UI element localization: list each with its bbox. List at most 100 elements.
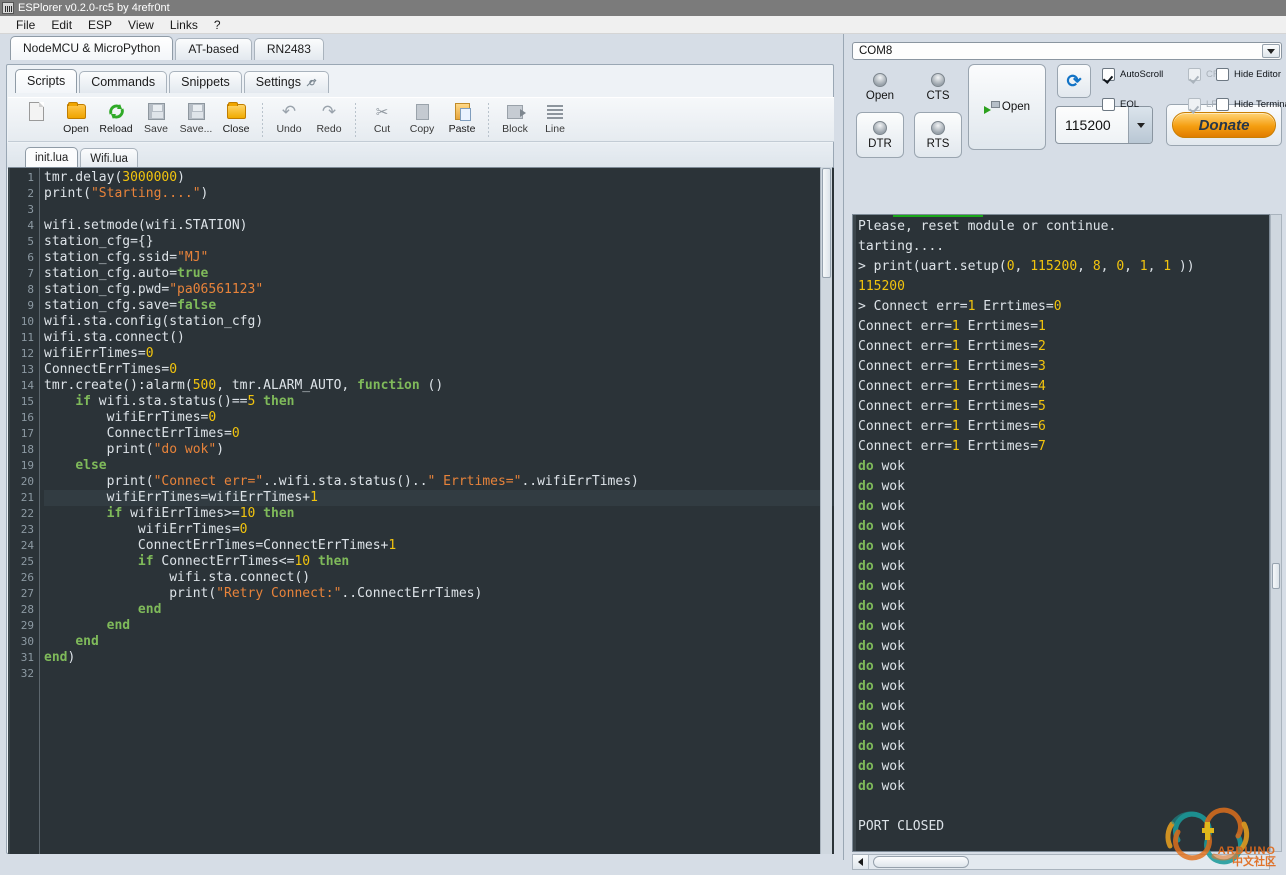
eol-checkbox[interactable] [1102, 98, 1115, 111]
code-line: if wifiErrTimes>=10 then [106, 506, 295, 521]
section-tabstrip: Scripts Commands Snippets Settings [7, 65, 833, 93]
terminal-line: do wok [858, 619, 905, 634]
rts-led-icon [931, 120, 945, 135]
menu-item-esp[interactable]: ESP [80, 17, 120, 33]
line-number: 18 [20, 443, 34, 456]
line-number: 9 [27, 299, 34, 312]
terminal-horizontal-scrollbar[interactable] [852, 854, 1270, 870]
scroll-left-arrow-icon[interactable] [853, 855, 869, 869]
terminal-line: do wok [858, 459, 905, 474]
file-tab-init-lua[interactable]: init.lua [25, 147, 79, 169]
folder-open-icon [66, 102, 86, 122]
code-line: tmr.delay(3000000) [44, 170, 185, 185]
com-port-select[interactable]: COM8 [852, 42, 1282, 60]
tab-snippets[interactable]: Snippets [169, 71, 242, 93]
terminal-hscroll-thumb[interactable] [873, 856, 969, 868]
code-line: print("Starting....") [44, 186, 209, 201]
save-as-button[interactable]: Save... [176, 99, 216, 141]
open-button[interactable]: Open [56, 99, 96, 141]
hide-terminal-checkbox[interactable] [1216, 98, 1229, 111]
tab-settings[interactable]: Settings [243, 71, 330, 93]
autoscroll-checkbox[interactable] [1102, 68, 1115, 81]
hide-editor-checkbox[interactable] [1216, 68, 1229, 81]
com-port-value: COM8 [859, 45, 893, 57]
undo-button[interactable]: ↶ Undo [269, 99, 309, 141]
terminal-line: do wok [858, 719, 905, 734]
line-number: 26 [20, 571, 34, 584]
baud-rate-select[interactable]: 115200 [1055, 106, 1153, 144]
hide-editor-label: Hide Editor [1234, 69, 1281, 80]
tab-at-based[interactable]: AT-based [175, 38, 252, 60]
chevron-down-icon[interactable] [1128, 107, 1152, 143]
code-line: end [106, 618, 131, 633]
code-line: station_cfg.ssid="MJ" [44, 250, 209, 265]
dtr-toggle-button[interactable]: DTR [856, 112, 904, 158]
baud-rate-value: 115200 [1065, 117, 1111, 133]
terminal-line: do wok [858, 679, 905, 694]
menu-item-links[interactable]: Links [162, 17, 206, 33]
code-editor[interactable]: 1 2 3 4 5 6 7 8 9 10 11 12 13 14 15 16 17 18 19 20 21 22 23 24 2… [8, 167, 834, 854]
paste-button[interactable]: Paste [442, 99, 482, 141]
terminal-vertical-scrollbar[interactable] [1270, 214, 1282, 852]
donate-button[interactable]: Donate [1172, 112, 1276, 138]
led-indicator-open: Open [856, 64, 904, 110]
line-number: 3 [27, 203, 34, 216]
code-line: ConnectErrTimes=0 [44, 362, 178, 377]
autoscroll-checkbox-row[interactable]: AutoScroll [1102, 68, 1163, 81]
refresh-ports-button[interactable]: ⟳ [1057, 64, 1091, 98]
menu-item-edit[interactable]: Edit [43, 17, 80, 33]
tab-settings-label: Settings [255, 75, 301, 89]
line-number: 32 [20, 667, 34, 680]
wrench-icon [306, 74, 317, 87]
pane-splitter[interactable] [840, 34, 848, 860]
reload-button[interactable]: Reload [96, 99, 136, 141]
tab-rn2483[interactable]: RN2483 [253, 38, 324, 60]
terminal-line: Connect err=1 Errtimes=7 [858, 439, 1046, 454]
editor-scrollbar-thumb[interactable] [822, 168, 831, 278]
code-line: station_cfg.pwd="pa06561123" [44, 282, 264, 297]
autoscroll-label: AutoScroll [1120, 69, 1164, 80]
code-line: end [137, 602, 162, 617]
editor-vertical-scrollbar[interactable] [820, 167, 832, 854]
tab-nodemcu-micropython[interactable]: NodeMCU & MicroPython [10, 36, 174, 60]
send-block-button[interactable]: Block [495, 99, 535, 141]
terminal-activity-marker [893, 215, 983, 217]
hide-terminal-checkbox-row[interactable]: Hide Terminal [1216, 98, 1286, 111]
eol-checkbox-row[interactable]: EOL [1102, 98, 1139, 111]
send-line-button[interactable]: Line [535, 99, 575, 141]
terminal-line: PORT CLOSED [858, 819, 945, 834]
hide-editor-checkbox-row[interactable]: Hide Editor [1216, 68, 1281, 81]
tab-scripts[interactable]: Scripts [15, 69, 78, 93]
close-button[interactable]: Close [216, 99, 256, 141]
terminal-line: Connect err=1 Errtimes=2 [858, 339, 1046, 354]
terminal-scrollbar-thumb[interactable] [1272, 563, 1280, 589]
tab-commands[interactable]: Commands [79, 71, 168, 93]
code-line: station_cfg.auto=true [44, 266, 209, 281]
send-block-icon [507, 102, 526, 122]
close-folder-icon [226, 102, 246, 122]
code-text-area[interactable]: tmr.delay(3000000) print("Starting....") … [40, 168, 834, 854]
copy-button[interactable]: Copy [402, 99, 442, 141]
chevron-down-icon[interactable] [1262, 44, 1280, 58]
lf-checkbox [1188, 98, 1201, 111]
undo-icon: ↶ [281, 102, 297, 121]
terminal-line: do wok [858, 639, 905, 654]
file-tab-wifi-lua[interactable]: Wifi.lua [80, 148, 138, 169]
terminal-output[interactable]: Please, reset module or continue. tarting… [852, 214, 1270, 852]
menu-item-file[interactable]: File [8, 17, 43, 33]
editor-toolbar: Open Reload Save Save... Close ↶ Undo ↷ … [8, 97, 834, 142]
cut-button[interactable]: ✂ Cut [362, 99, 402, 141]
menubar: File Edit ESP View Links ? [0, 16, 1286, 34]
terminal-line: do wok [858, 599, 905, 614]
new-file-button[interactable] [16, 99, 56, 141]
menu-item-help[interactable]: ? [206, 17, 229, 33]
open-port-button[interactable]: Open [968, 64, 1046, 150]
menu-item-view[interactable]: View [120, 17, 162, 33]
save-button[interactable]: Save [136, 99, 176, 141]
redo-button[interactable]: ↷ Redo [309, 99, 349, 141]
code-line: if wifi.sta.status()==5 then [75, 394, 295, 409]
line-number: 14 [20, 379, 34, 392]
rts-toggle-button[interactable]: RTS [914, 112, 962, 158]
